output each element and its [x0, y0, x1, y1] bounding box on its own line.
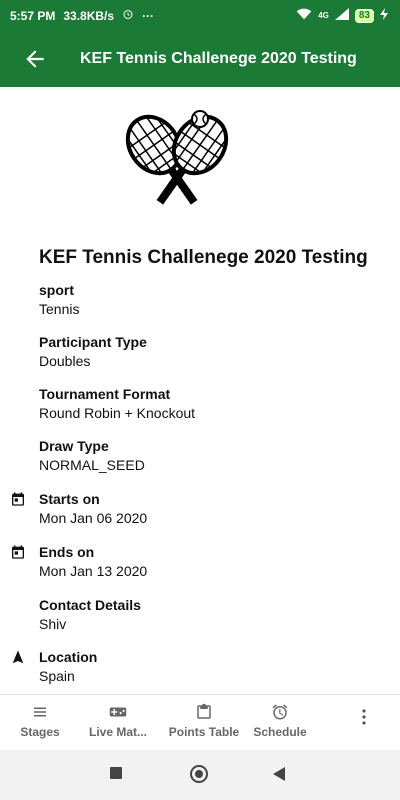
nav-item-live-matches[interactable]: Live Mat...: [84, 703, 152, 739]
charging-icon: [380, 8, 388, 23]
field-label: Draw Type: [39, 438, 109, 454]
field-label: Contact Details: [39, 597, 141, 613]
alarm-icon: [271, 703, 289, 721]
field-value: Tennis: [39, 301, 80, 317]
tournament-title: KEF Tennis Challenege 2020 Testing: [39, 247, 368, 268]
field-value: Spain: [39, 668, 75, 684]
nav-label: Stages: [20, 725, 60, 739]
tennis-rackets-icon: [114, 105, 240, 221]
field-tournament-format: Tournament Format Round Robin + Knockout: [39, 386, 369, 421]
recents-button[interactable]: [110, 767, 122, 779]
status-time: 5:57 PM: [10, 8, 56, 23]
navigation-arrow-icon: [10, 649, 26, 665]
battery-indicator: 83: [354, 8, 374, 23]
calendar-icon: [10, 544, 26, 560]
field-value: Doubles: [39, 353, 91, 369]
field-participant-type: Participant Type Doubles: [39, 334, 369, 369]
field-value: Mon Jan 13 2020: [39, 563, 148, 579]
home-button[interactable]: [190, 765, 208, 783]
menu-icon: [31, 703, 49, 721]
more-vertical-icon[interactable]: [362, 709, 366, 725]
alarm-status-icon: [122, 8, 134, 23]
field-value: Shiv: [39, 616, 67, 632]
wifi-icon: [296, 8, 312, 23]
status-dots: ···: [142, 8, 155, 23]
field-label: Ends on: [39, 544, 95, 560]
gamepad-icon: [109, 703, 127, 721]
field-label: Participant Type: [39, 334, 147, 350]
field-label: sport: [39, 282, 74, 298]
back-button[interactable]: [273, 767, 285, 781]
cell-signal-icon: [334, 8, 349, 23]
field-sport: sport Tennis: [39, 282, 369, 317]
nav-item-points-table[interactable]: Points Table: [164, 703, 244, 739]
field-starts-on: Starts on Mon Jan 06 2020: [39, 491, 369, 526]
field-location: Location Spain: [39, 649, 369, 684]
field-contact-details: Contact Details Shiv: [39, 597, 369, 632]
nav-label: Schedule: [253, 725, 307, 739]
app-bar-title: KEF Tennis Challenege 2020 Testing: [80, 50, 357, 67]
nav-label: Live Mat...: [88, 725, 147, 739]
signal-label: 4G: [318, 11, 329, 20]
field-ends-on: Ends on Mon Jan 13 2020: [39, 544, 369, 579]
nav-label: Points Table: [168, 725, 240, 739]
system-navigation-bar: [0, 750, 400, 800]
nav-item-schedule[interactable]: Schedule: [251, 703, 309, 739]
back-arrow-icon[interactable]: [22, 46, 48, 72]
field-value: NORMAL_SEED: [39, 457, 145, 473]
status-speed: 33.8KB/s: [63, 8, 115, 23]
field-label: Location: [39, 649, 98, 665]
app-bar: KEF Tennis Challenege 2020 Testing: [0, 30, 400, 87]
field-value: Round Robin + Knockout: [39, 405, 196, 421]
nav-item-stages[interactable]: Stages: [18, 703, 62, 739]
field-draw-type: Draw Type NORMAL_SEED: [39, 438, 369, 473]
field-label: Starts on: [39, 491, 100, 507]
bottom-navigation: Stages Live Mat... Points Table Schedule: [0, 694, 400, 751]
status-bar: 5:57 PM 33.8KB/s ··· 4G 83: [0, 0, 400, 30]
clipboard-icon: [195, 703, 213, 721]
field-label: Tournament Format: [39, 386, 171, 402]
field-value: Mon Jan 06 2020: [39, 510, 148, 526]
calendar-icon: [10, 491, 26, 507]
tournament-details: KEF Tennis Challenege 2020 Testing sport…: [0, 87, 400, 694]
